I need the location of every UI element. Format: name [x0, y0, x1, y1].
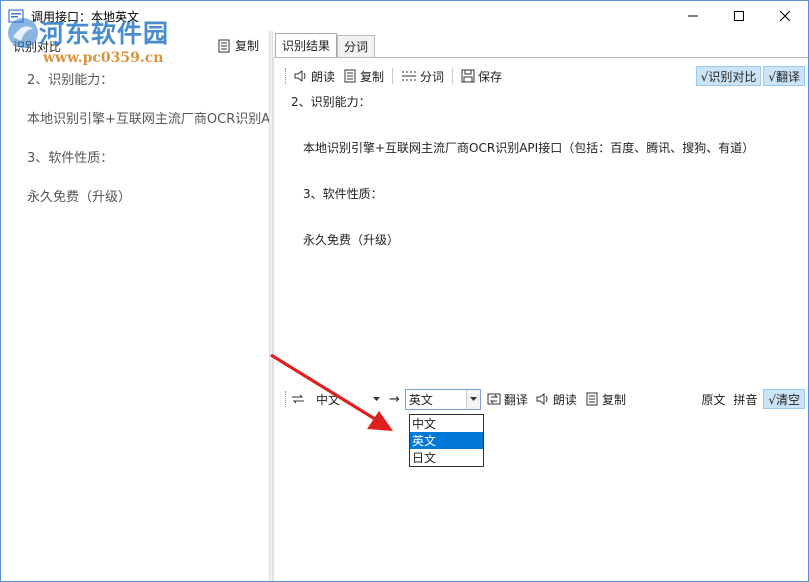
- target-language-value: 英文: [408, 392, 433, 407]
- chevron-down-icon[interactable]: [465, 389, 480, 409]
- read-translation-button[interactable]: 朗读: [532, 389, 581, 409]
- compare-label: 识别对比: [13, 40, 62, 54]
- toolbar-grip: [285, 391, 288, 407]
- copy-icon: [218, 39, 230, 52]
- minimize-icon: [688, 15, 698, 17]
- source-line: 3、软件性质：: [27, 151, 114, 166]
- save-icon: [461, 69, 475, 83]
- source-line: 2、识别能力：: [27, 73, 114, 88]
- toolbar-separator: [392, 68, 394, 84]
- dropdown-option-japanese[interactable]: 日文: [410, 449, 483, 466]
- copy-label: 复制: [360, 69, 385, 84]
- toolbar-separator: [452, 68, 454, 84]
- segment-icon: [402, 71, 417, 81]
- source-language-value: 中文: [316, 392, 341, 407]
- left-copy-button[interactable]: 复制: [217, 37, 259, 54]
- source-compare-pane: 识别对比 复制 2、识别能力： 本地识别引擎+互联网主流厂商OCR识别API接口…: [1, 31, 269, 581]
- source-line: 永久免费（升级）: [27, 190, 132, 205]
- target-language-dropdown: 中文 英文 日文: [409, 414, 484, 467]
- translate-toggle[interactable]: √翻译: [763, 66, 805, 86]
- tab-panel: [273, 57, 808, 581]
- target-language-select[interactable]: 英文: [404, 388, 481, 410]
- read-translation-label: 朗读: [552, 392, 577, 407]
- result-pane: 识别结果 分词 朗读 复制 分词 保存 √识别对比 √翻译 2、识别能力： 本地…: [273, 31, 808, 581]
- tab-segment[interactable]: 分词: [337, 35, 376, 57]
- translate-toolbar: 中文 → 英文 翻译 朗读 复制 原文 拼音 √清空: [285, 388, 805, 410]
- save-label: 保存: [478, 69, 503, 84]
- copy-icon: [586, 392, 598, 406]
- translate-label: 翻译: [503, 392, 528, 407]
- read-aloud-label: 朗读: [311, 69, 336, 84]
- translate-icon: [487, 393, 501, 405]
- result-line: 2、识别能力：: [291, 95, 371, 109]
- window-title: 调用接口：本地英文: [31, 10, 140, 24]
- segment-button[interactable]: 分词: [397, 66, 448, 86]
- maximize-icon: [734, 11, 744, 21]
- clear-toggle[interactable]: √清空: [763, 389, 805, 409]
- result-toolbar: 朗读 复制 分词 保存 √识别对比 √翻译: [285, 65, 805, 87]
- translate-button[interactable]: 翻译: [483, 389, 532, 409]
- dropdown-option-english[interactable]: 英文: [410, 432, 483, 449]
- maximize-button[interactable]: [716, 1, 762, 31]
- minimize-button[interactable]: [670, 1, 716, 31]
- close-icon: [780, 11, 790, 21]
- chevron-down-icon: [369, 389, 383, 409]
- dropdown-option-chinese[interactable]: 中文: [410, 415, 483, 432]
- copy-translation-label: 复制: [601, 392, 626, 407]
- speaker-icon: [536, 393, 548, 405]
- save-button[interactable]: 保存: [457, 66, 506, 86]
- segment-label: 分词: [420, 69, 445, 84]
- close-button[interactable]: [762, 1, 808, 31]
- left-copy-label: 复制: [235, 39, 260, 53]
- tab-strip: 识别结果 分词: [275, 33, 376, 57]
- language-arrow: →: [389, 391, 400, 407]
- toolbar-grip: [285, 68, 288, 84]
- copy-translation-button[interactable]: 复制: [581, 389, 630, 409]
- source-line: 本地识别引擎+互联网主流厂商OCR识别API接口（包括：百度、腾讯、搜狗、有道）: [27, 112, 269, 127]
- swap-language-icon[interactable]: [290, 392, 306, 406]
- copy-button[interactable]: 复制: [339, 66, 388, 86]
- result-line: 3、软件性质：: [303, 187, 383, 201]
- result-line: 本地识别引擎+互联网主流厂商OCR识别API接口（包括：百度、腾讯、搜狗、有道）: [303, 141, 755, 155]
- source-language-select[interactable]: 中文: [312, 388, 384, 410]
- read-aloud-button[interactable]: 朗读: [290, 66, 339, 86]
- app-window: 调用接口：本地英文 识别对比 复制 2、识别能力： 本地识别引擎+互联网主流厂商…: [0, 0, 809, 582]
- tab-result[interactable]: 识别结果: [275, 33, 338, 57]
- copy-icon: [344, 69, 356, 83]
- original-button[interactable]: 原文: [697, 389, 729, 409]
- speaker-icon: [294, 70, 306, 82]
- compare-toggle[interactable]: √识别对比: [695, 66, 762, 86]
- app-icon: [8, 9, 24, 23]
- result-line: 永久免费（升级）: [303, 233, 400, 247]
- pinyin-button[interactable]: 拼音: [729, 389, 761, 409]
- title-bar: 调用接口：本地英文: [1, 1, 808, 31]
- source-text: 2、识别能力： 本地识别引擎+互联网主流厂商OCR识别API接口（包括：百度、腾…: [27, 71, 269, 227]
